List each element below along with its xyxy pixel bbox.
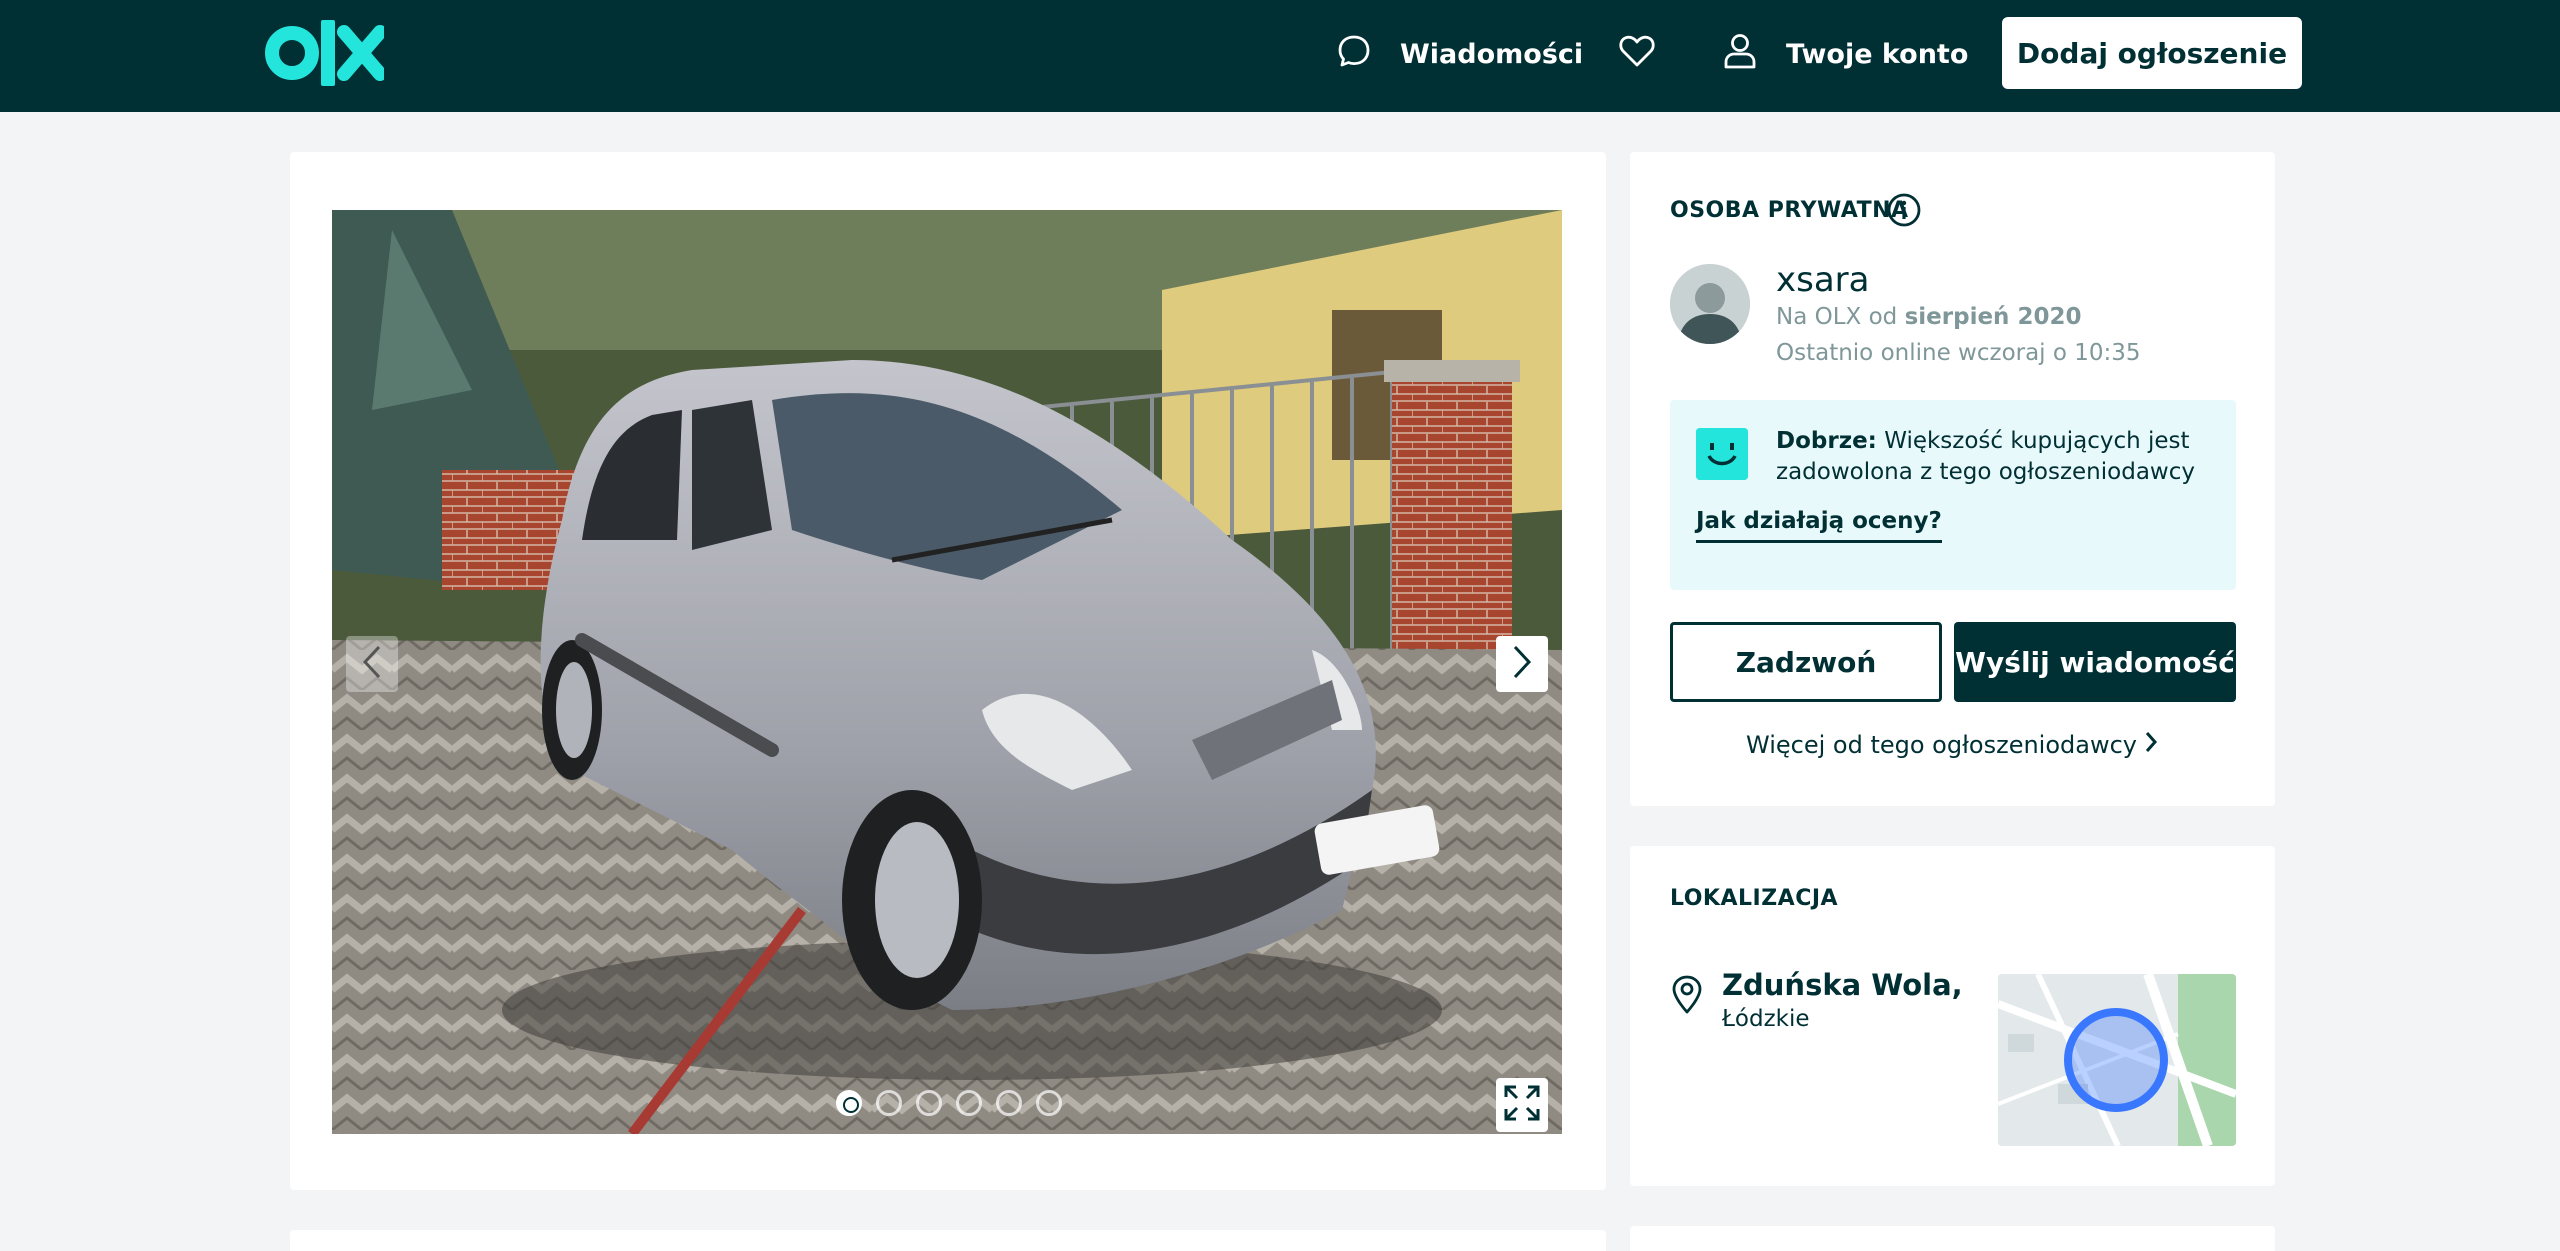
location-region: Łódzkie (1722, 1006, 1810, 1032)
location-title: LOKALIZACJA (1670, 886, 1839, 911)
send-message-button[interactable]: Wyślij wiadomość (1954, 622, 2236, 702)
chevron-right-icon (1511, 644, 1533, 684)
info-icon[interactable] (1886, 192, 1922, 232)
rating-description: Dobrze: Większość kupujących jest zadowo… (1776, 426, 2216, 488)
how-ratings-work-link[interactable]: Jak działają oceny? (1696, 508, 1942, 543)
photo-dot[interactable] (956, 1090, 982, 1116)
photo-dot[interactable] (876, 1090, 902, 1116)
fullscreen-button[interactable] (1496, 1078, 1548, 1132)
chevron-right-icon (2137, 730, 2159, 760)
favorites-link[interactable] (1618, 30, 1684, 78)
smile-icon (1696, 428, 1748, 480)
photo-dot[interactable] (916, 1090, 942, 1116)
expand-icon (1502, 1083, 1542, 1127)
listing-photo[interactable] (332, 210, 1562, 1134)
seller-member-since: Na OLX od sierpień 2020 (1776, 304, 2081, 330)
account-link[interactable]: Twoje konto (1722, 30, 1968, 78)
add-listing-button[interactable]: Dodaj ogłoszenie (2002, 17, 2302, 89)
seller-card: OSOBA PRYWATNA xsara Na OLX od sierpień … (1630, 152, 2275, 806)
call-button[interactable]: Zadzwoń (1670, 622, 1942, 702)
olx-logo[interactable] (264, 18, 387, 88)
previous-photo-button[interactable] (346, 636, 398, 692)
member-since-prefix: Na OLX od (1776, 304, 1898, 330)
messages-link[interactable]: Wiadomości (1336, 30, 1583, 78)
seller-rating-box: Dobrze: Większość kupujących jest zadowo… (1670, 400, 2236, 590)
user-icon (1722, 32, 1786, 77)
location-city: Zduńska Wola, (1722, 968, 1963, 1002)
member-since-date: sierpień 2020 (1904, 304, 2082, 330)
seller-last-online: Ostatnio online wczoraj o 10:35 (1776, 340, 2141, 366)
seller-type-label: OSOBA PRYWATNA (1670, 198, 1909, 223)
description-card (290, 1230, 1606, 1251)
account-label: Twoje konto (1786, 38, 1969, 70)
rating-label: Dobrze: (1776, 428, 1877, 454)
heart-icon (1618, 33, 1684, 76)
location-map-thumbnail[interactable] (1998, 974, 2236, 1146)
sidebar-card (1630, 1226, 2275, 1251)
chevron-left-icon (361, 644, 383, 684)
photo-pagination (836, 1090, 1062, 1116)
top-navigation-bar: Wiadomości Twoje konto Dodaj ogłoszenie (0, 0, 2560, 112)
next-photo-button[interactable] (1496, 636, 1548, 692)
photo-dot[interactable] (996, 1090, 1022, 1116)
chat-bubble-icon (1336, 33, 1400, 76)
messages-label: Wiadomości (1400, 38, 1584, 70)
location-pin-icon (1670, 974, 1704, 1018)
avatar (1670, 264, 1750, 344)
photo-dot[interactable] (836, 1090, 862, 1116)
more-from-seller-link[interactable]: Więcej od tego ogłoszeniodawcy (1630, 730, 2275, 760)
photo-dot[interactable] (1036, 1090, 1062, 1116)
more-from-seller-label: Więcej od tego ogłoszeniodawcy (1746, 731, 2137, 759)
gallery-card (290, 152, 1606, 1190)
location-card: LOKALIZACJA Zduńska Wola, Łódzkie (1630, 846, 2275, 1186)
seller-name[interactable]: xsara (1776, 260, 1869, 300)
